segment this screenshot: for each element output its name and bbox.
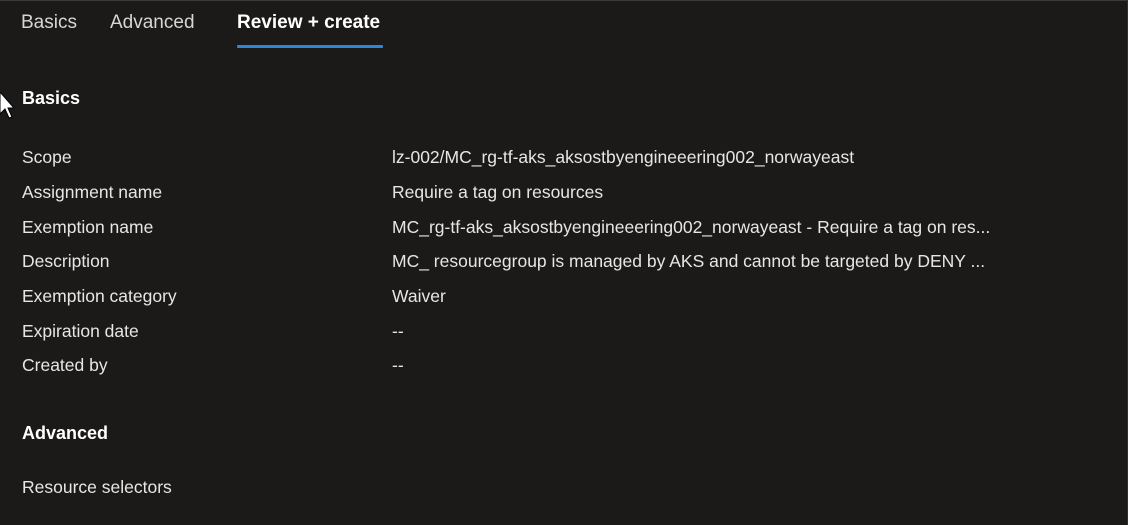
tab-review-create[interactable]: Review + create [237,12,380,34]
expiration-date-value: -- [392,321,404,341]
exemption-name-value: MC_rg-tf-aks_aksostbyengineeering002_nor… [392,217,991,237]
exemption-category-label: Exemption category [22,286,177,306]
scope-value: lz-002/MC_rg-tf-aks_aksostbyengineeering… [392,147,855,167]
exemption-category-value: Waiver [392,286,446,306]
mouse-pointer-icon [0,92,14,119]
basics-section-title: Basics [22,88,81,108]
tab-advanced[interactable]: Advanced [110,12,195,34]
description-label: Description [22,251,110,271]
advanced-section-title: Advanced [22,423,109,443]
tab-bar: Basics Advanced Review + create [0,0,1128,48]
created-by-label: Created by [22,355,108,375]
created-by-value: -- [392,355,404,375]
scope-label: Scope [22,147,72,167]
tab-basics[interactable]: Basics [21,12,77,34]
assignment-name-label: Assignment name [22,182,163,202]
assignment-name-value: Require a tag on resources [392,182,604,202]
exemption-name-label: Exemption name [22,217,154,237]
resource-selectors-label: Resource selectors [22,477,172,497]
expiration-date-label: Expiration date [22,321,139,341]
active-tab-indicator [237,45,383,48]
description-value: MC_ resourcegroup is managed by AKS and … [392,251,986,271]
